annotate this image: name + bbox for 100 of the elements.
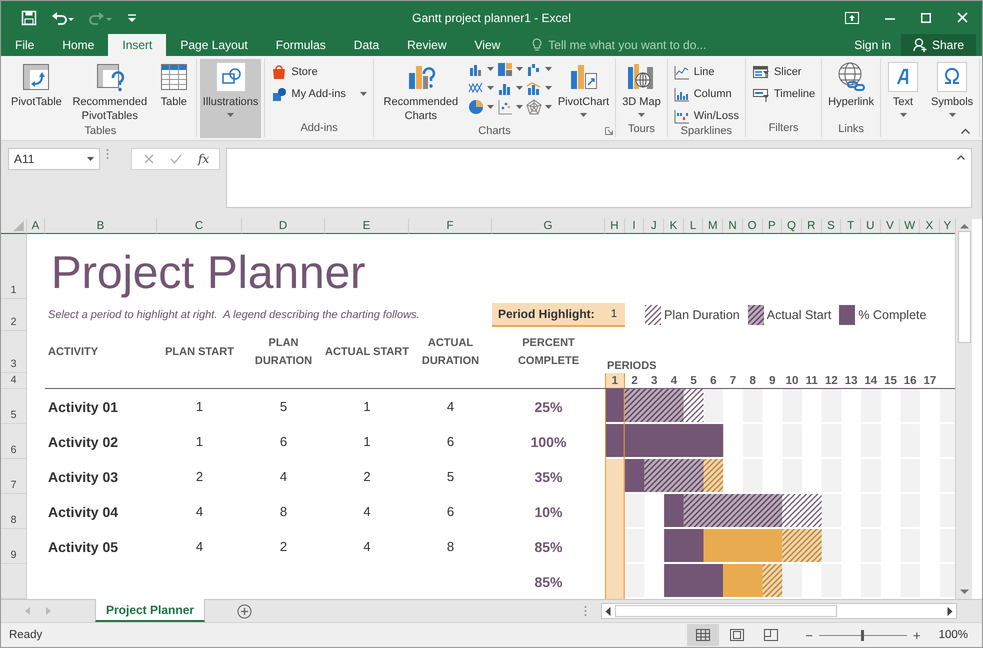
table-cell-text: 8 [446, 538, 456, 556]
select-all-icon[interactable] [1, 219, 27, 234]
scroll-left-icon[interactable] [605, 606, 611, 616]
collapse-ribbon-icon[interactable] [961, 128, 970, 134]
ribbon-button[interactable]: Line [670, 63, 742, 81]
ribbon-button[interactable]: 3D Map [619, 59, 664, 123]
letter-heading[interactable]: F [409, 219, 492, 234]
insert-function-button[interactable]: fx [198, 152, 210, 166]
row-number[interactable]: 2 [1, 299, 27, 331]
close-icon[interactable] [957, 12, 968, 23]
ribbon-button[interactable]: Illustrations [200, 59, 262, 138]
letter-heading[interactable]: B [45, 219, 157, 234]
ribbon-button[interactable]: Column [670, 85, 742, 103]
save-icon[interactable] [21, 10, 37, 26]
scroll-thumb[interactable] [958, 231, 970, 343]
ribbon-button[interactable]: PivotChart [554, 59, 612, 123]
letter-heading[interactable]: I [624, 219, 644, 233]
table-cell-text: 4 [194, 538, 204, 556]
scroll-up-icon[interactable] [960, 223, 968, 229]
ribbon-button[interactable]: My Add-ins [268, 85, 370, 103]
period-number: 16 [902, 374, 918, 389]
table-cell-text: 5 [446, 468, 456, 486]
maximize-icon[interactable] [921, 12, 931, 22]
ribbon-button[interactable]: Hyperlink [825, 59, 877, 123]
chart-type-button[interactable] [526, 61, 552, 77]
check-icon[interactable] [170, 154, 182, 164]
ribbon-display-icon[interactable] [845, 12, 859, 24]
letter-heading[interactable]: V [880, 219, 900, 233]
letter-heading[interactable]: G [492, 219, 605, 234]
ribbon-button[interactable]: Symbols [928, 59, 976, 123]
sheet-tab[interactable]: Project Planner [95, 599, 206, 622]
ribbon-button[interactable]: Timeline [748, 85, 818, 103]
letter-heading[interactable]: E [325, 219, 409, 234]
view-button[interactable] [687, 624, 720, 646]
row-number[interactable]: 7 [1, 459, 27, 494]
pie-chart-icon [468, 99, 484, 115]
ribbon-tab[interactable]: File [1, 34, 48, 56]
letter-heading[interactable]: P [762, 219, 782, 233]
collapse-icon[interactable] [957, 155, 965, 160]
column-heading: ACTUAL START [325, 345, 409, 360]
tell-me-field[interactable]: Tell me what you want to do... [548, 38, 706, 52]
group-label: Charts [477, 125, 512, 137]
ribbon-tab[interactable]: Page Layout [166, 34, 262, 56]
scroll-thumb[interactable] [615, 605, 837, 617]
chart-type-button[interactable] [526, 80, 552, 96]
period-number: 15 [883, 374, 898, 389]
share-button[interactable]: Share [900, 34, 976, 56]
add-sheet-icon[interactable] [237, 604, 252, 618]
table-cell-text: 4 [278, 468, 288, 486]
zoom-out-button[interactable]: − [801, 628, 817, 642]
launcher-icon[interactable] [605, 127, 614, 135]
ribbon-button[interactable]: PivotTable [8, 59, 65, 123]
table-cell-text: 4 [362, 503, 372, 521]
chart-type-button[interactable] [496, 61, 523, 77]
letter-heading[interactable]: C [157, 219, 242, 234]
sign-in-link[interactable]: Sign in [844, 34, 901, 56]
scroll-right-icon[interactable] [947, 606, 953, 616]
text-icon [887, 61, 919, 93]
chart-type-button[interactable] [526, 99, 552, 115]
ribbon-button[interactable]: Text [884, 59, 922, 123]
column-heading: PLAN DURATION [254, 336, 314, 369]
undo-icon[interactable] [51, 10, 75, 26]
table-cell-text: 6 [446, 433, 456, 451]
row-number[interactable]: 6 [1, 424, 27, 459]
ribbon-button[interactable]: Table [154, 59, 193, 123]
customize-icon[interactable] [127, 12, 137, 24]
ribbon-tab[interactable]: Home [48, 34, 108, 56]
row-number[interactable]: 4 [1, 373, 27, 389]
chart-type-button[interactable] [496, 99, 523, 115]
name-box[interactable]: A11 [8, 148, 100, 170]
period-highlight-field[interactable]: Period Highlight: 1 [492, 303, 625, 327]
row-number[interactable]: 9 [1, 529, 27, 564]
timeline-icon [752, 86, 770, 102]
row-number[interactable]: 3 [1, 331, 27, 373]
caret-icon [486, 86, 494, 90]
row-number[interactable]: 8 [1, 494, 27, 529]
ribbon-button[interactable]: Store [268, 63, 370, 81]
letter-heading[interactable]: S [822, 219, 842, 233]
letter-heading[interactable]: D [242, 219, 325, 234]
row-number[interactable]: 1 [1, 234, 27, 299]
chart-type-button[interactable] [468, 99, 494, 115]
ribbon-button[interactable]: Recommended PivotTables [66, 59, 154, 125]
legend-swatch [748, 305, 764, 325]
zoom-thumb[interactable] [861, 630, 864, 640]
ribbon-tab[interactable]: View [460, 34, 514, 56]
ribbon-tab[interactable]: Formulas [262, 34, 340, 56]
period-number: 4 [670, 374, 678, 389]
ribbon-tab[interactable]: Insert [108, 34, 166, 56]
ribbon-button[interactable]: Slicer [748, 63, 818, 81]
period-number: 12 [824, 374, 839, 389]
scroll-down-icon[interactable] [960, 589, 968, 595]
row-number[interactable]: 5 [1, 389, 27, 424]
ribbon-button[interactable]: Win/Loss [670, 107, 742, 125]
zoom-in-button[interactable]: + [908, 628, 925, 642]
ribbon-tab[interactable]: Review [393, 34, 460, 56]
percent-complete: 35% [533, 468, 564, 486]
formula-field[interactable] [226, 148, 972, 208]
letter-heading[interactable]: A [27, 219, 45, 234]
ribbon-button[interactable]: Recommended Charts [376, 59, 465, 125]
ribbon-tab[interactable]: Data [340, 34, 394, 56]
